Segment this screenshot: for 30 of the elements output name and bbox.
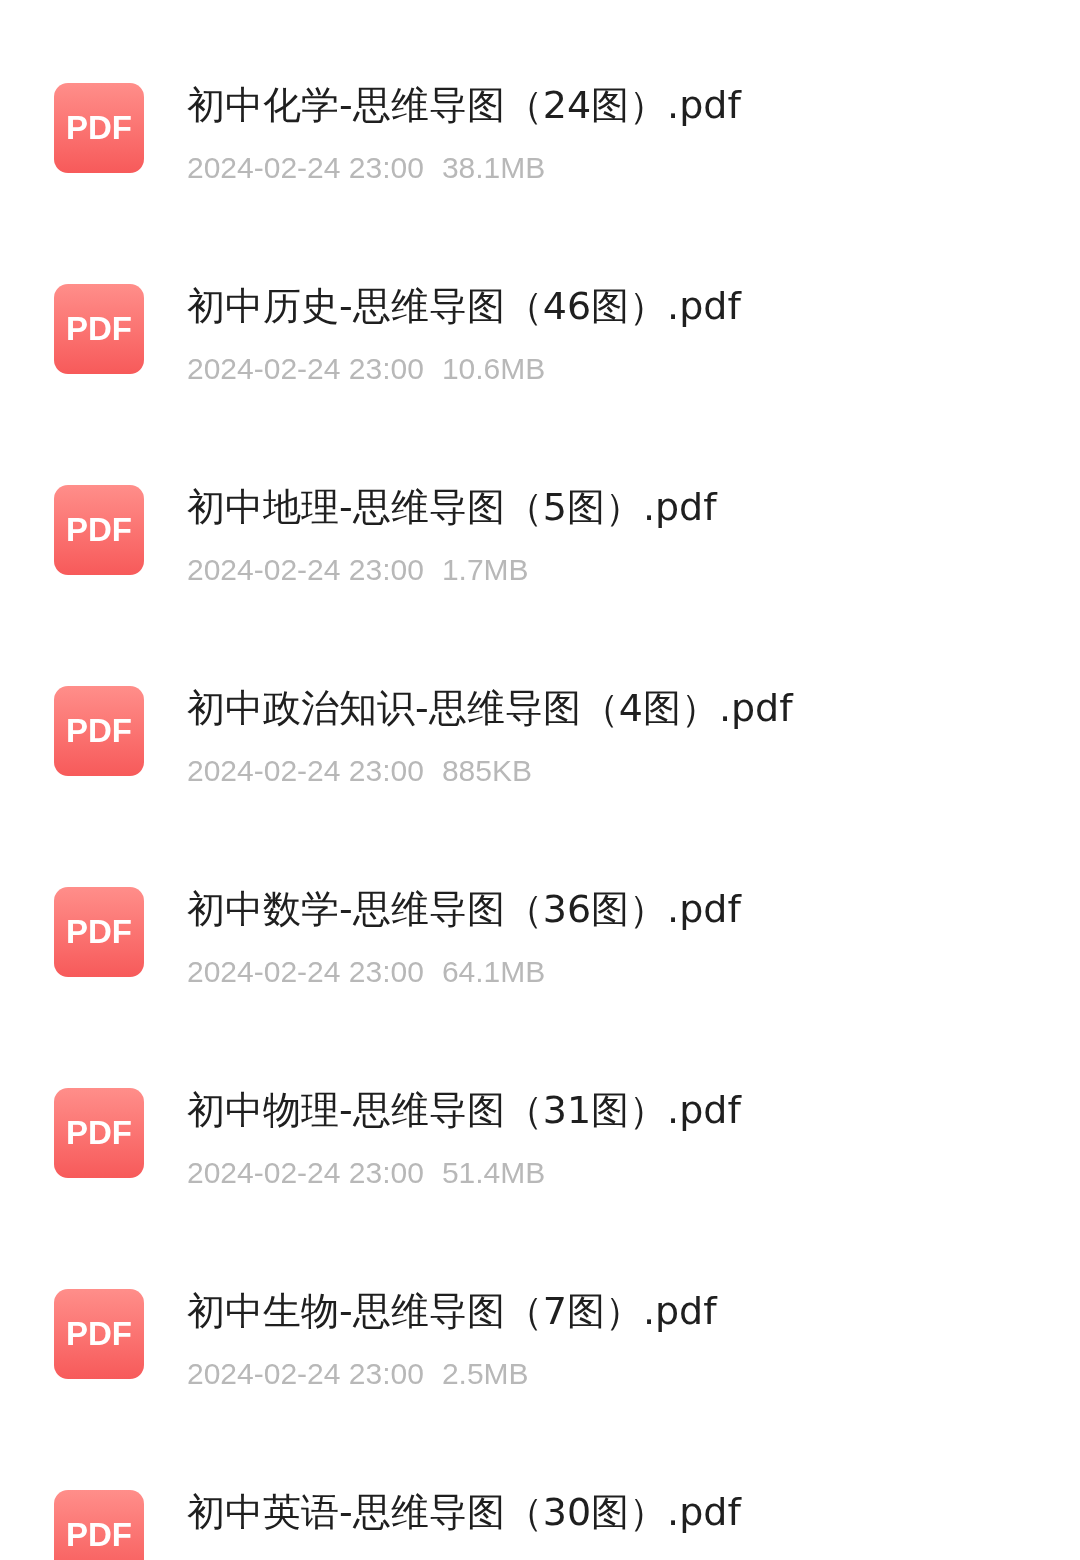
file-date: 2024-02-24 23:00 — [187, 753, 424, 789]
file-name: 初中物理-思维导图（31图）.pdf — [187, 1088, 741, 1132]
pdf-file-badge: PDF — [54, 1088, 144, 1178]
pdf-file-badge: PDF — [54, 686, 144, 776]
file-name: 初中历史-思维导图（46图）.pdf — [187, 284, 741, 328]
file-date: 2024-02-24 23:00 — [187, 954, 424, 990]
pdf-file-badge: PDF — [54, 887, 144, 977]
file-size: 1.7MB — [441, 552, 529, 588]
file-name: 初中数学-思维导图（36图）.pdf — [187, 887, 741, 931]
file-size: 10.6MB — [441, 351, 546, 387]
file-size: 51.4MB — [441, 1155, 546, 1191]
file-date: 2024-02-24 23:00 — [187, 351, 424, 387]
file-date: 2024-02-24 23:00 — [187, 552, 424, 588]
pdf-file-badge: PDF — [54, 284, 144, 374]
file-name: 初中英语-思维导图（30图）.pdf — [187, 1490, 741, 1534]
pdf-file-badge: PDF — [54, 485, 144, 575]
file-size: 885KB — [441, 753, 532, 789]
pdf-file-badge: PDF — [54, 1490, 144, 1560]
pdf-file-badge: PDF — [54, 1289, 144, 1379]
file-size: 64.1MB — [441, 954, 546, 990]
file-name: 初中地理-思维导图（5图）.pdf — [187, 485, 717, 529]
file-name: 初中生物-思维导图（7图）.pdf — [187, 1289, 717, 1333]
file-date: 2024-02-24 23:00 — [187, 1155, 424, 1191]
file-name: 初中化学-思维导图（24图）.pdf — [187, 83, 741, 127]
file-date: 2024-02-24 23:00 — [187, 150, 424, 186]
file-size: 2.5MB — [441, 1356, 529, 1392]
file-date: 2024-02-24 23:00 — [187, 1356, 424, 1392]
file-size: 38.1MB — [441, 150, 546, 186]
pdf-file-badge: PDF — [54, 83, 144, 173]
file-name: 初中政治知识-思维导图（4图）.pdf — [187, 686, 793, 730]
